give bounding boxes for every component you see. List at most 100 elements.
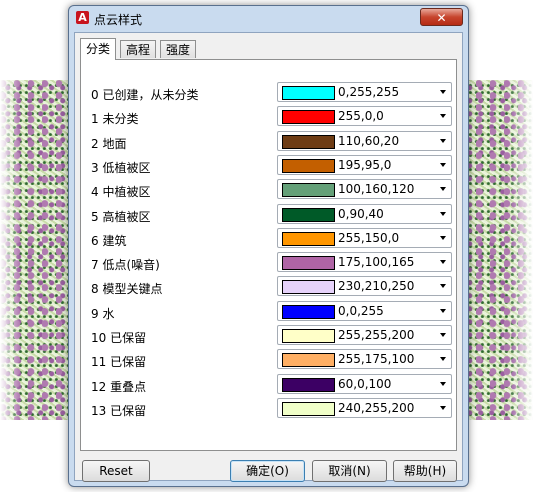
class-label: 7 低点(噪音) xyxy=(91,258,160,273)
map-fade-left xyxy=(0,80,20,420)
class-label: 9 水 xyxy=(91,306,115,321)
class-color-dropdown[interactable]: 195,95,0 xyxy=(277,154,452,175)
color-swatch xyxy=(282,86,335,100)
class-label: 12 重叠点 xyxy=(91,379,147,394)
class-color-dropdown[interactable]: 255,0,0 xyxy=(277,106,452,127)
color-swatch xyxy=(282,256,335,271)
dialog-client-area: 分类 高程 强度 0 已创建，从未分类 0,255,255 1 未分类 255,0,0… xyxy=(74,32,463,482)
class-color-dropdown[interactable]: 0,255,255 xyxy=(277,82,452,102)
color-swatch xyxy=(282,280,335,295)
class-color-dropdown[interactable]: 255,175,100 xyxy=(277,349,452,370)
reset-button[interactable]: Reset xyxy=(82,460,150,482)
dropdown-arrow-icon[interactable] xyxy=(440,162,446,167)
dialog-title: 点云样式 xyxy=(94,13,143,27)
class-color-dropdown[interactable]: 100,160,120 xyxy=(277,179,452,200)
dropdown-arrow-icon[interactable] xyxy=(440,333,446,337)
dropdown-arrow-icon[interactable] xyxy=(440,114,446,119)
color-swatch xyxy=(282,207,335,222)
class-color-dropdown[interactable]: 175,100,165 xyxy=(277,252,452,273)
color-rgb-value: 0,255,255 xyxy=(338,85,400,99)
color-rgb-value: 255,150,0 xyxy=(338,230,400,245)
color-rgb-value: 0,90,40 xyxy=(338,206,384,221)
help-button[interactable]: 帮助(H) xyxy=(393,460,457,482)
color-swatch xyxy=(282,377,335,392)
color-rgb-value: 255,255,200 xyxy=(338,328,415,342)
title-bar[interactable]: A 点云样式 ✕ xyxy=(69,6,468,30)
dropdown-arrow-icon[interactable] xyxy=(440,211,446,216)
class-label: 3 低植被区 xyxy=(91,160,151,175)
class-row: 4 中植被区 100,160,120 xyxy=(81,179,456,203)
classification-panel: 0 已创建，从未分类 0,255,255 1 未分类 255,0,0 2 地面 110,6… xyxy=(80,59,457,451)
color-rgb-value: 240,255,200 xyxy=(338,400,415,415)
class-row: 1 未分类 255,0,0 xyxy=(81,106,456,130)
autocad-app-icon: A xyxy=(76,11,89,24)
color-rgb-value: 195,95,0 xyxy=(338,157,392,172)
class-row: 8 模型关键点 230,210,250 xyxy=(81,276,456,300)
color-rgb-value: 110,60,20 xyxy=(338,133,400,148)
tab-intensity[interactable]: 强度 xyxy=(160,40,197,58)
dropdown-arrow-icon[interactable] xyxy=(440,357,446,362)
class-row: 6 建筑 255,150,0 xyxy=(81,227,456,252)
color-rgb-value: 255,0,0 xyxy=(338,109,384,124)
class-row: 13 已保留 240,255,200 xyxy=(81,397,456,422)
color-swatch xyxy=(282,183,335,198)
class-row: 11 已保留 255,175,100 xyxy=(81,349,456,373)
ok-button[interactable]: 确定(O) xyxy=(230,460,305,482)
color-swatch xyxy=(282,353,335,368)
class-color-dropdown[interactable]: 240,255,200 xyxy=(277,397,452,418)
class-label: 10 已保留 xyxy=(91,331,147,345)
dropdown-arrow-icon[interactable] xyxy=(440,405,446,410)
class-label: 4 中植被区 xyxy=(91,185,151,200)
class-label: 5 高植被区 xyxy=(91,209,151,224)
class-label: 1 未分类 xyxy=(91,112,139,127)
dropdown-arrow-icon[interactable] xyxy=(440,235,446,240)
color-rgb-value: 0,0,255 xyxy=(338,303,384,318)
dropdown-arrow-icon[interactable] xyxy=(440,138,446,143)
color-swatch xyxy=(282,401,335,416)
class-row: 3 低植被区 195,95,0 xyxy=(81,154,456,179)
class-color-dropdown[interactable]: 0,0,255 xyxy=(277,300,452,321)
color-rgb-value: 100,160,120 xyxy=(338,182,415,197)
class-label: 8 模型关键点 xyxy=(91,282,163,297)
class-label: 13 已保留 xyxy=(91,403,147,418)
class-row: 5 高植被区 0,90,40 xyxy=(81,203,456,228)
close-button[interactable]: ✕ xyxy=(420,8,463,26)
tab-elevation[interactable]: 高程 xyxy=(120,40,157,58)
point-cloud-style-dialog: A 点云样式 ✕ 分类 高程 强度 0 已创建，从未分类 0,255,255 1 未… xyxy=(68,5,469,487)
class-row: 2 地面 110,60,20 xyxy=(81,130,456,155)
map-fade-right xyxy=(509,80,533,420)
cancel-button[interactable]: 取消(N) xyxy=(312,460,387,482)
class-row: 12 重叠点 60,0,100 xyxy=(81,373,456,398)
dropdown-arrow-icon[interactable] xyxy=(440,308,446,313)
class-label: 0 已创建，从未分类 xyxy=(91,88,199,102)
color-rgb-value: 255,175,100 xyxy=(338,352,415,367)
class-color-dropdown[interactable]: 230,210,250 xyxy=(277,276,452,297)
class-color-dropdown[interactable]: 60,0,100 xyxy=(277,373,452,394)
dropdown-arrow-icon[interactable] xyxy=(440,284,446,289)
class-row: 10 已保留 255,255,200 xyxy=(81,325,456,349)
dropdown-arrow-icon[interactable] xyxy=(440,90,446,94)
color-swatch xyxy=(282,231,335,246)
class-label: 2 地面 xyxy=(91,136,127,151)
color-swatch xyxy=(282,158,335,173)
dropdown-arrow-icon[interactable] xyxy=(440,381,446,386)
class-row: 9 水 0,0,255 xyxy=(81,300,456,325)
class-label: 11 已保留 xyxy=(91,355,147,370)
color-rgb-value: 60,0,100 xyxy=(338,376,392,391)
class-color-dropdown[interactable]: 255,150,0 xyxy=(277,227,452,248)
class-color-dropdown[interactable]: 110,60,20 xyxy=(277,130,452,151)
class-color-dropdown[interactable]: 255,255,200 xyxy=(277,325,452,345)
color-swatch xyxy=(282,304,335,319)
color-rgb-value: 230,210,250 xyxy=(338,279,415,294)
dropdown-arrow-icon[interactable] xyxy=(440,260,446,265)
dropdown-arrow-icon[interactable] xyxy=(440,187,446,192)
color-swatch xyxy=(282,134,335,149)
class-row: 0 已创建，从未分类 0,255,255 xyxy=(81,82,456,106)
color-swatch xyxy=(282,329,335,343)
tab-classification[interactable]: 分类 xyxy=(80,38,117,60)
class-row: 7 低点(噪音) 175,100,165 xyxy=(81,252,456,276)
class-color-dropdown[interactable]: 0,90,40 xyxy=(277,203,452,224)
color-swatch xyxy=(282,110,335,125)
color-rgb-value: 175,100,165 xyxy=(338,255,415,270)
class-label: 6 建筑 xyxy=(91,233,127,248)
